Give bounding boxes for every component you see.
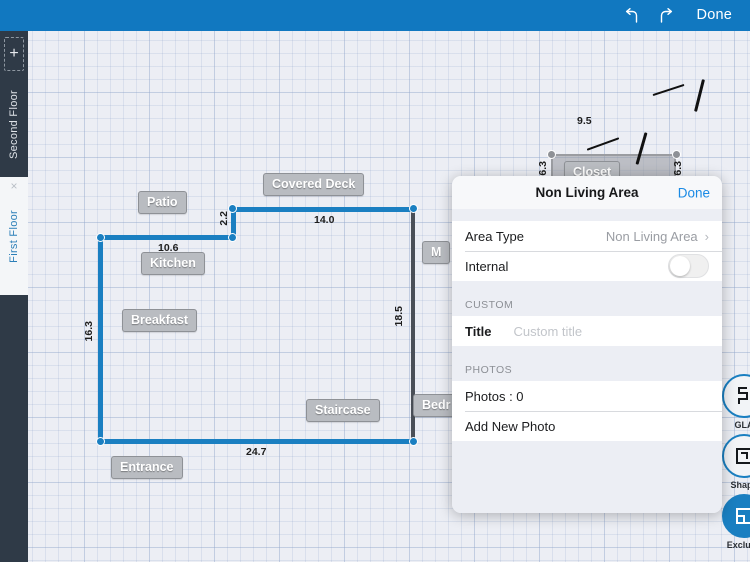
dimension-label: 16.3 bbox=[83, 321, 95, 341]
popover-done-button[interactable]: Done bbox=[678, 185, 710, 200]
title-label: Title bbox=[465, 324, 492, 339]
top-toolbar: Done bbox=[0, 0, 750, 31]
wall-node[interactable] bbox=[96, 233, 105, 242]
photos-section-header: PHOTOS bbox=[452, 346, 722, 381]
ink-stroke bbox=[587, 137, 620, 151]
popover-spacer bbox=[452, 209, 722, 221]
area-type-label: Area Type bbox=[465, 229, 524, 244]
gla-icon bbox=[734, 386, 750, 406]
wall-segment[interactable] bbox=[100, 235, 236, 240]
shape-tool-button[interactable] bbox=[722, 434, 750, 478]
area-settings-popover: Non Living Area Done Area Type Non Livin… bbox=[452, 176, 722, 513]
floor-sidebar: + Second Floor × First Floor bbox=[0, 31, 28, 562]
second-floor-label: Second Floor bbox=[8, 90, 20, 159]
photos-count-label: Photos : 0 bbox=[465, 389, 524, 404]
dimension-label: 6.3 bbox=[672, 161, 684, 176]
exclude-icon bbox=[734, 506, 750, 526]
room-label-entrance[interactable]: Entrance bbox=[111, 456, 183, 479]
wall-node[interactable] bbox=[409, 437, 418, 446]
room-label-breakfast[interactable]: Breakfast bbox=[122, 309, 197, 332]
custom-group: Title Custom title bbox=[452, 316, 722, 346]
title-input[interactable]: Custom title bbox=[514, 324, 583, 339]
photos-count-row: Photos : 0 bbox=[452, 381, 722, 411]
title-row[interactable]: Title Custom title bbox=[452, 316, 722, 346]
area-settings-group: Area Type Non Living Area › Internal bbox=[452, 221, 722, 281]
wall-segment[interactable] bbox=[98, 439, 415, 444]
exclude-tool-label: Exclude bbox=[712, 540, 750, 550]
add-photo-label: Add New Photo bbox=[465, 419, 555, 434]
shape-icon bbox=[734, 446, 750, 466]
shape-node[interactable] bbox=[672, 150, 681, 159]
internal-toggle[interactable] bbox=[668, 254, 709, 278]
room-label-covered-deck[interactable]: Covered Deck bbox=[263, 173, 364, 196]
add-floor-button[interactable]: + bbox=[4, 37, 24, 71]
chevron-right-icon: › bbox=[705, 229, 709, 244]
popover-header: Non Living Area Done bbox=[452, 176, 722, 209]
dimension-label: 18.5 bbox=[393, 306, 405, 326]
area-type-value: Non Living Area bbox=[606, 229, 698, 244]
close-icon[interactable]: × bbox=[0, 180, 28, 192]
toggle-knob bbox=[670, 256, 690, 276]
shape-node[interactable] bbox=[547, 150, 556, 159]
room-label-staircase[interactable]: Staircase bbox=[306, 399, 380, 422]
dimension-label: 9.5 bbox=[577, 115, 592, 127]
wall-node[interactable] bbox=[228, 233, 237, 242]
sidebar-item-second-floor[interactable]: Second Floor bbox=[0, 75, 28, 175]
area-type-value-wrap: Non Living Area › bbox=[606, 229, 709, 244]
done-button[interactable]: Done bbox=[683, 0, 750, 31]
internal-row[interactable]: Internal bbox=[452, 251, 722, 281]
area-type-row[interactable]: Area Type Non Living Area › bbox=[452, 221, 722, 251]
wall-node[interactable] bbox=[409, 204, 418, 213]
wall-segment[interactable] bbox=[231, 207, 413, 212]
wall-segment[interactable] bbox=[98, 235, 103, 443]
wall-node[interactable] bbox=[96, 437, 105, 446]
dimension-label: 24.7 bbox=[246, 446, 266, 458]
dimension-label: 2.2 bbox=[218, 211, 230, 226]
add-photo-row[interactable]: Add New Photo bbox=[452, 411, 722, 441]
photos-group: Photos : 0 Add New Photo bbox=[452, 381, 722, 441]
redo-arrow-icon[interactable] bbox=[649, 0, 683, 31]
popover-title: Non Living Area bbox=[535, 185, 638, 200]
dimension-label: 6.3 bbox=[537, 161, 549, 176]
undo-arrow-icon[interactable] bbox=[615, 0, 649, 31]
room-label-patio[interactable]: Patio bbox=[138, 191, 187, 214]
exclude-tool-button[interactable] bbox=[722, 494, 750, 538]
internal-label: Internal bbox=[465, 259, 508, 274]
floorplan-app: Done + Second Floor × First Floor bbox=[0, 0, 750, 562]
first-floor-label: First Floor bbox=[8, 210, 20, 263]
custom-section-header: CUSTOM bbox=[452, 281, 722, 316]
ink-stroke bbox=[694, 79, 705, 112]
gla-tool-button[interactable] bbox=[722, 374, 750, 418]
dimension-label: 14.0 bbox=[314, 214, 334, 226]
room-label-master[interactable]: M bbox=[422, 241, 450, 264]
sidebar-item-first-floor[interactable]: × First Floor bbox=[0, 177, 28, 295]
room-label-kitchen[interactable]: Kitchen bbox=[141, 252, 205, 275]
ink-stroke bbox=[652, 84, 684, 96]
popover-footer-space bbox=[452, 441, 722, 513]
